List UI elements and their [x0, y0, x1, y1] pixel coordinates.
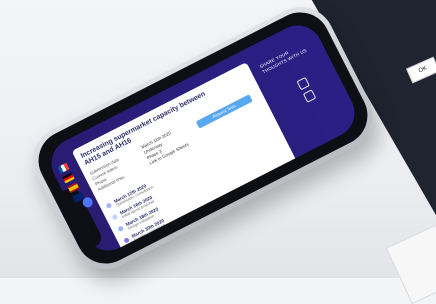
timeline-dot: [117, 225, 125, 233]
timeline-dot: [123, 236, 130, 244]
comment-icon[interactable]: [302, 89, 317, 103]
phone-bezel: Increasing supermarket capacity between …: [28, 2, 378, 274]
flag-de-icon[interactable]: [62, 172, 75, 184]
timeline-date: July 1st 2020: [142, 244, 171, 260]
background-plate: [385, 221, 436, 304]
timeline-dot: [105, 202, 113, 209]
timeline-label: Go-live: [145, 249, 172, 259]
flag-fr-icon[interactable]: [57, 162, 70, 174]
timeline-dot: [129, 248, 136, 256]
share-icon[interactable]: [296, 76, 310, 91]
footer-cta[interactable]: SHARE YOUR THOUGHTS WITH US: [259, 37, 318, 75]
phone-mockup: Increasing supermarket capacity between …: [21, 0, 385, 281]
flag-es-icon[interactable]: [67, 182, 80, 194]
phone-frame: Increasing supermarket capacity between …: [21, 0, 385, 281]
timeline-dot: [111, 213, 119, 221]
project-card: Increasing supermarket capacity between …: [71, 62, 301, 260]
timeline-label: Installation planned: [139, 235, 170, 254]
phone-screen: Increasing supermarket capacity between …: [43, 16, 363, 260]
